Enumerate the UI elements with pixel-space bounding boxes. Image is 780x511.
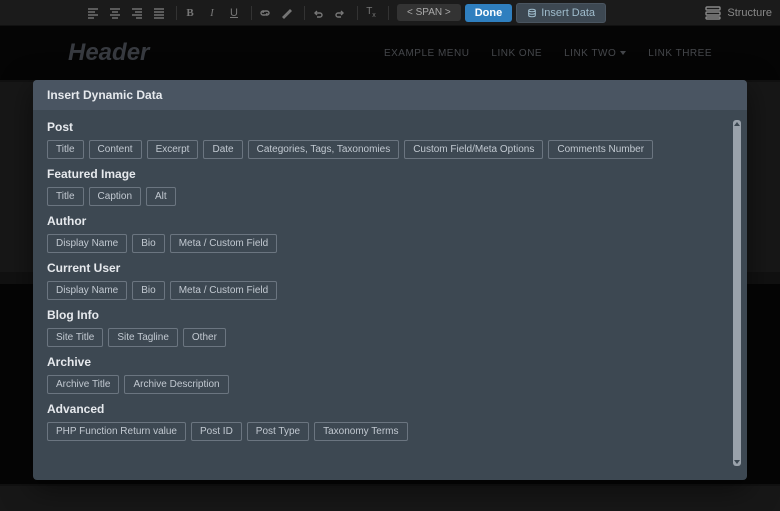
modal-section: Author Display Name Bio Meta / Custom Field [47,214,733,253]
section-title: Current User [47,261,733,275]
option-chip[interactable]: Site Tagline [108,328,178,347]
section-options: Site Title Site Tagline Other [47,328,733,347]
align-justify-icon[interactable] [150,4,168,22]
insert-data-label: Insert Data [541,7,595,19]
underline-button[interactable]: U [225,4,243,22]
option-chip[interactable]: Comments Number [548,140,653,159]
align-left-icon[interactable] [84,4,102,22]
scroll-down-icon [734,460,740,464]
option-chip[interactable]: Display Name [47,234,127,253]
bold-button[interactable]: B [181,4,199,22]
structure-icon [705,5,721,21]
undo-icon[interactable] [309,4,327,22]
section-title: Author [47,214,733,228]
modal-section: Current User Display Name Bio Meta / Custom… [47,261,733,300]
modal-section: Blog Info Site Title Site Tagline Other [47,308,733,347]
modal-section: Advanced PHP Function Return value Post ID… [47,402,733,441]
link-icon[interactable] [256,4,274,22]
done-button[interactable]: Done [465,4,513,22]
option-chip[interactable]: Custom Field/Meta Options [404,140,543,159]
italic-button[interactable]: I [203,4,221,22]
option-chip[interactable]: Excerpt [147,140,199,159]
section-title: Featured Image [47,167,733,181]
option-chip[interactable]: Post ID [191,422,242,441]
option-chip[interactable]: PHP Function Return value [47,422,186,441]
option-chip[interactable]: Caption [89,187,141,206]
option-chip[interactable]: Display Name [47,281,127,300]
color-icon[interactable] [278,4,296,22]
section-options: Display Name Bio Meta / Custom Field [47,234,733,253]
editor-toolbar: B I U Tx < SPAN > Done Insert Data Struc… [0,0,780,26]
structure-button[interactable]: Structure [705,5,772,21]
scrollbar[interactable] [733,120,741,466]
section-title: Advanced [47,402,733,416]
section-title: Post [47,120,733,134]
section-title: Archive [47,355,733,369]
clear-format-icon[interactable]: Tx [362,4,380,22]
insert-dynamic-data-modal: Insert Dynamic Data Post Title Content Exce… [33,80,747,480]
option-chip[interactable]: Bio [132,281,164,300]
option-chip[interactable]: Meta / Custom Field [170,281,277,300]
option-chip[interactable]: Archive Description [124,375,228,394]
align-center-icon[interactable] [106,4,124,22]
scroll-up-icon [734,122,740,126]
option-chip[interactable]: Content [89,140,142,159]
section-options: Title Caption Alt [47,187,733,206]
modal-section: Post Title Content ExcerptDate Categories, T… [47,120,733,159]
option-chip[interactable]: Site Title [47,328,103,347]
option-chip[interactable]: Other [183,328,226,347]
option-chip[interactable]: Bio [132,234,164,253]
span-button[interactable]: < SPAN > [397,4,461,21]
option-chip[interactable]: Archive Title [47,375,119,394]
structure-label: Structure [727,7,772,19]
modal-section: Featured Image Title Caption Alt [47,167,733,206]
option-chip[interactable]: Title [47,140,84,159]
section-title: Blog Info [47,308,733,322]
section-options: Archive Title Archive Description [47,375,733,394]
modal-body: Post Title Content ExcerptDate Categories, T… [33,110,747,480]
option-chip[interactable]: Title [47,187,84,206]
option-chip[interactable]: Meta / Custom Field [170,234,277,253]
insert-data-button[interactable]: Insert Data [516,3,606,23]
section-options: Title Content ExcerptDate Categories, Tags,… [47,140,733,159]
modal-title: Insert Dynamic Data [33,80,747,110]
redo-icon[interactable] [331,4,349,22]
option-chip[interactable]: Alt [146,187,176,206]
section-options: PHP Function Return value Post ID Post Typ… [47,422,733,441]
align-right-icon[interactable] [128,4,146,22]
section-options: Display Name Bio Meta / Custom Field [47,281,733,300]
database-icon [527,8,537,18]
option-chip[interactable]: Date [203,140,242,159]
option-chip[interactable]: Categories, Tags, Taxonomies [248,140,400,159]
modal-section: Archive Archive Title Archive Description [47,355,733,394]
option-chip[interactable]: Taxonomy Terms [314,422,407,441]
option-chip[interactable]: Post Type [247,422,309,441]
